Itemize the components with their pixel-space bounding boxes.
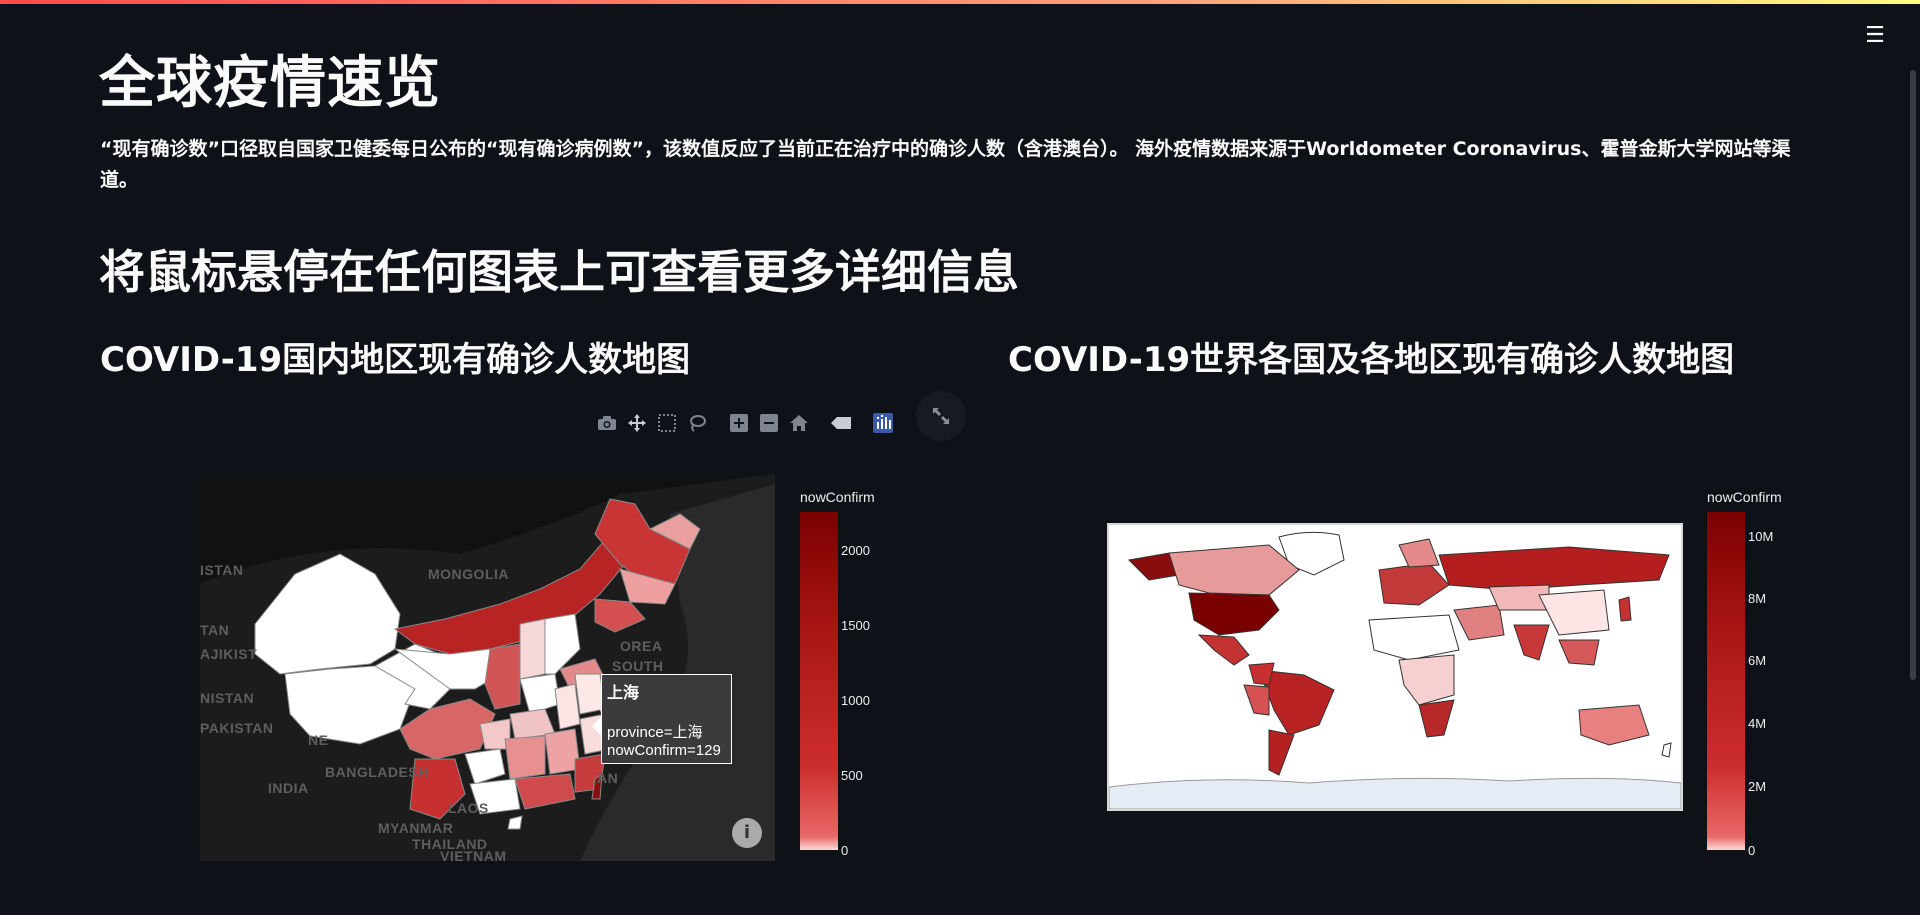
map-label-ajikist: AJIKIST <box>200 646 258 662</box>
china-colorbar-tick: 1000 <box>841 693 870 708</box>
zoom-in-icon[interactable] <box>728 412 750 434</box>
region-south-africa <box>1418 699 1455 738</box>
tooltip-title: 上海 <box>607 685 640 702</box>
world-colorbar-tick: 8M <box>1748 591 1767 606</box>
region-hunan <box>504 735 546 780</box>
map-label-an: AN <box>597 770 619 786</box>
region-central-africa <box>1398 654 1455 706</box>
map-label-nistan: NISTAN <box>200 690 255 706</box>
world-colorbar-tick: 0 <box>1748 843 1756 858</box>
map-info-icon[interactable]: i <box>732 818 762 848</box>
region-scandinavia <box>1398 538 1440 568</box>
hover-hint-heading: 将鼠标悬停在任何图表上可查看更多详细信息 <box>99 245 1019 299</box>
pan-icon[interactable] <box>626 412 648 434</box>
world-map-heading: COVID-19世界各国及各地区现有确诊人数地图 <box>1008 340 1735 380</box>
world-colorbar-tick: 6M <box>1748 653 1767 668</box>
map-label-tan: TAN <box>200 622 230 638</box>
region-japan <box>1618 596 1632 622</box>
region-usa <box>1188 592 1280 636</box>
china-colorbar-title: nowConfirm <box>800 489 875 505</box>
china-colorbar-tick: 2000 <box>841 543 870 558</box>
china-colorbar-tick: 500 <box>841 768 863 783</box>
hover-label-icon[interactable] <box>830 412 852 434</box>
tooltip-value: nowConfirm=129 <box>607 742 721 759</box>
region-mexico <box>1197 634 1250 666</box>
tooltip-province: province=上海 <box>607 724 703 741</box>
region-new-zealand <box>1661 742 1672 758</box>
hamburger-menu-icon[interactable]: ☰ <box>1862 24 1888 48</box>
fullscreen-icon[interactable] <box>916 391 966 441</box>
page-title: 全球疫情速览 <box>99 51 441 116</box>
region-india <box>1513 624 1550 661</box>
map-label-orea: OREA <box>620 638 663 654</box>
plotly-modebar <box>596 411 902 435</box>
map-label-south: SOUTH <box>612 658 664 674</box>
china-map-heading: COVID-19国内地区现有确诊人数地图 <box>100 340 691 380</box>
map-label-istan: ISTAN <box>200 562 244 578</box>
world-colorbar-tick: 2M <box>1748 779 1767 794</box>
top-decoration-stripe <box>0 0 1920 4</box>
tooltip-arrow <box>592 717 601 735</box>
china-choropleth-map[interactable]: MONGOLIA ISTAN TAN AJIKIST NISTAN PAKIST… <box>200 474 775 861</box>
china-colorbar-tick: 0 <box>841 843 849 858</box>
map-label-mongolia: MONGOLIA <box>428 566 509 582</box>
map-label-vietnam: VIETNAM <box>440 848 507 861</box>
map-label-laos: LAOS <box>448 800 489 816</box>
world-colorbar-tick: 4M <box>1748 716 1767 731</box>
world-colorbar <box>1707 512 1745 850</box>
region-argentina <box>1268 729 1295 776</box>
plotly-logo-icon[interactable] <box>872 412 894 434</box>
zoom-out-icon[interactable] <box>758 412 780 434</box>
china-colorbar-tick: 1500 <box>841 618 870 633</box>
region-north-africa <box>1368 614 1460 661</box>
region-europe <box>1378 562 1450 606</box>
region-middle-east <box>1453 604 1505 641</box>
region-russia <box>1438 546 1670 591</box>
region-southeast-asia <box>1558 639 1600 666</box>
data-source-description: “现有确诊数”口径取自国家卫健委每日公布的“现有确诊病例数”，该数值反应了当前正… <box>100 138 1791 191</box>
map-label-india: INDIA <box>268 780 309 796</box>
region-australia <box>1578 704 1650 746</box>
region-shanxi <box>519 618 546 680</box>
region-colombia <box>1248 662 1275 686</box>
home-icon[interactable] <box>788 412 810 434</box>
region-china <box>1538 589 1610 636</box>
world-colorbar-tick: 10M <box>1748 529 1774 544</box>
world-colorbar-title: nowConfirm <box>1707 489 1782 505</box>
hover-tooltip: 上海 province=上海 nowConfirm=129 <box>601 674 732 764</box>
map-label-ne: NE <box>308 732 329 748</box>
china-colorbar <box>800 512 838 850</box>
region-canada <box>1168 544 1300 596</box>
region-antarctica <box>1109 777 1681 809</box>
region-peru <box>1243 684 1270 716</box>
lasso-icon[interactable] <box>686 412 708 434</box>
camera-icon[interactable] <box>596 412 618 434</box>
world-choropleth-map[interactable] <box>1107 523 1683 811</box>
box-select-icon[interactable] <box>656 412 678 434</box>
map-label-pakistan: PAKISTAN <box>200 720 274 736</box>
region-anhui <box>554 683 581 730</box>
map-label-myanmar: MYANMAR <box>378 820 454 836</box>
map-label-bangladesh: BANGLADESH <box>325 764 429 780</box>
world-map-svg <box>1109 531 1681 809</box>
page-scrollbar[interactable] <box>1910 70 1916 680</box>
